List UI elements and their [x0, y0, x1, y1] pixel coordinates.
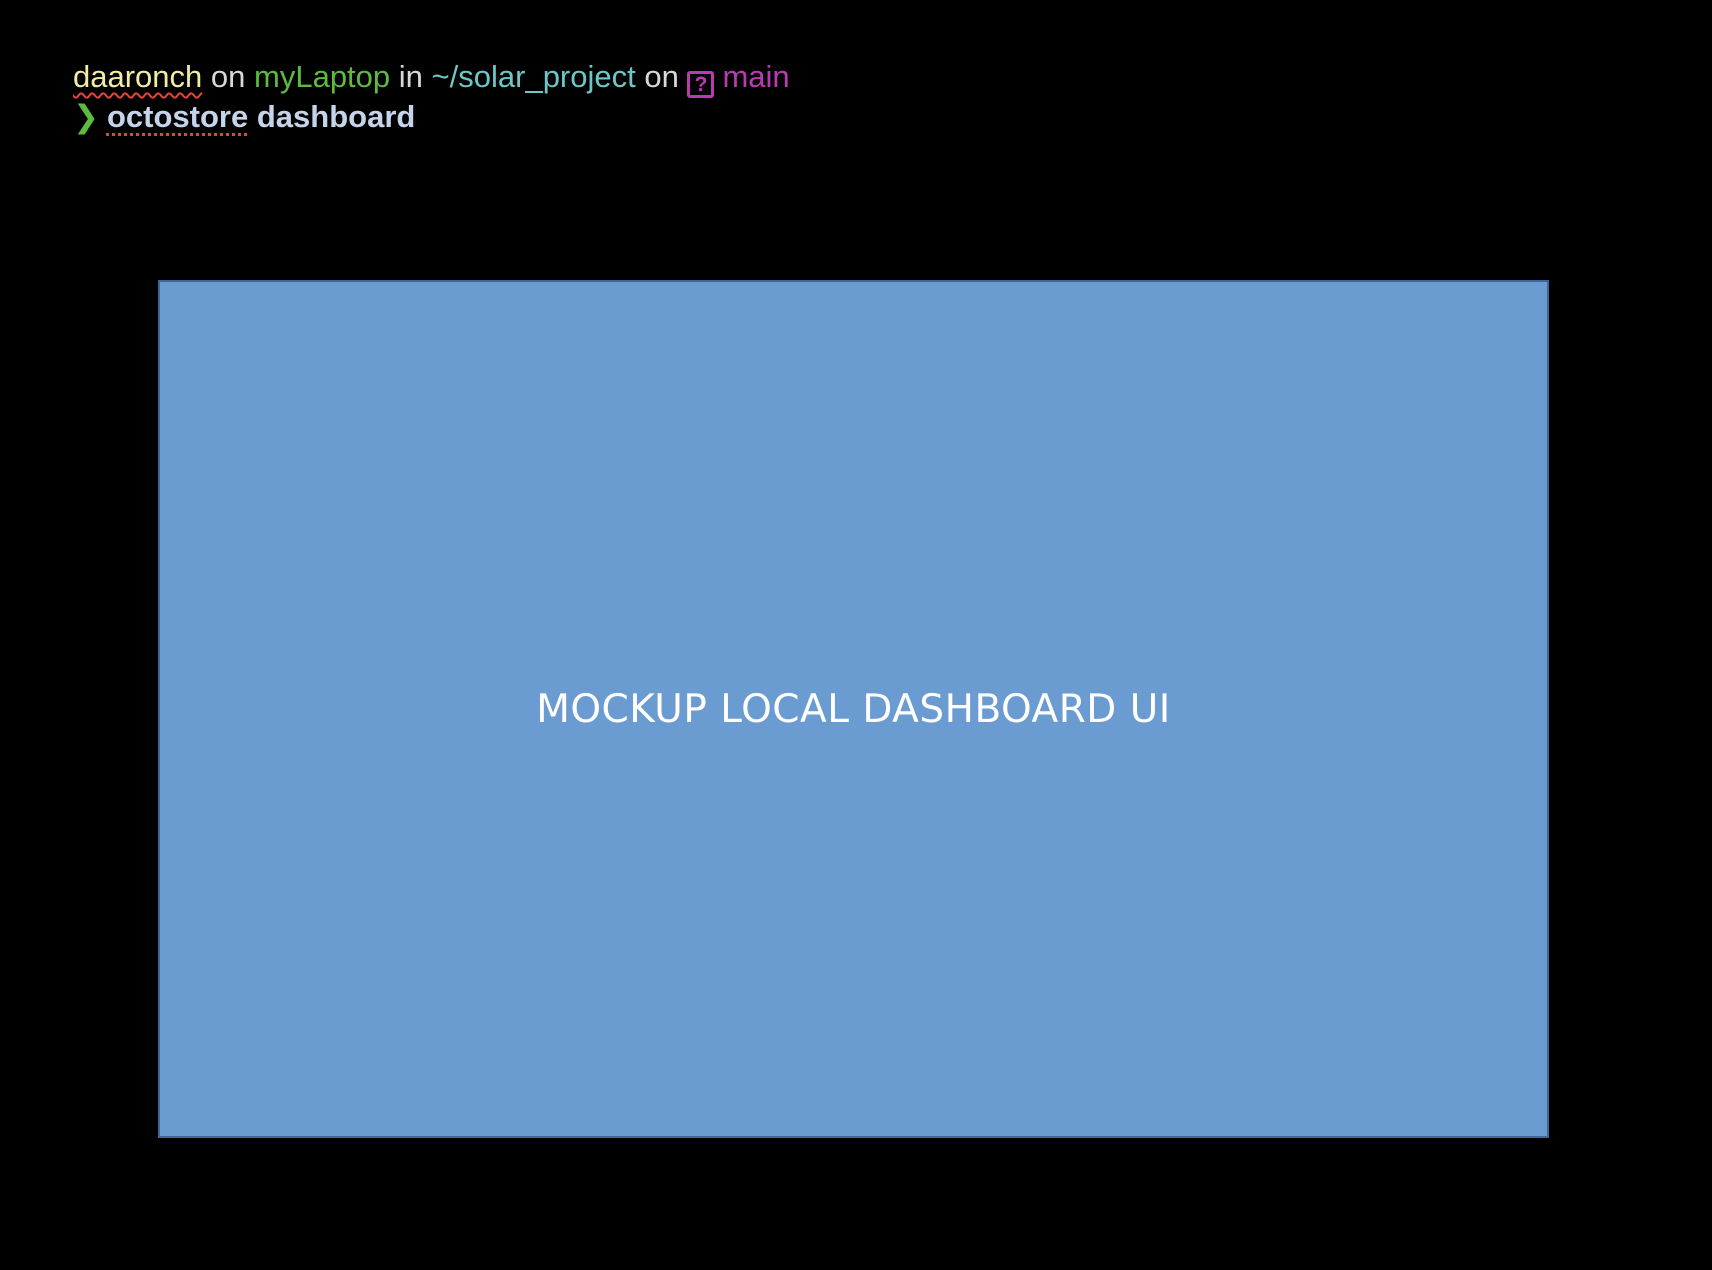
dashboard-mockup-panel: MOCKUP LOCAL DASHBOARD UI — [158, 280, 1549, 1138]
git-branch-icon: ? — [687, 71, 715, 98]
prompt-chevron-icon: ❯ — [73, 99, 99, 134]
command-argument: dashboard — [256, 99, 416, 134]
prompt-info-line: daaronch on myLaptop in ~/solar_project … — [73, 58, 790, 98]
terminal-output: daaronch on myLaptop in ~/solar_project … — [73, 58, 790, 136]
prompt-username: daaronch — [73, 59, 203, 94]
command-line: ❯ octostore dashboard — [73, 98, 790, 136]
prompt-in-text: in — [398, 59, 423, 94]
prompt-git-branch: main — [722, 59, 790, 94]
command-name: octostore — [106, 99, 249, 134]
prompt-hostname: myLaptop — [254, 59, 391, 94]
prompt-directory: ~/solar_project — [431, 59, 636, 94]
prompt-on-text: on — [210, 59, 246, 94]
mockup-label: MOCKUP LOCAL DASHBOARD UI — [536, 686, 1171, 732]
prompt-on-text-2: on — [644, 59, 679, 94]
